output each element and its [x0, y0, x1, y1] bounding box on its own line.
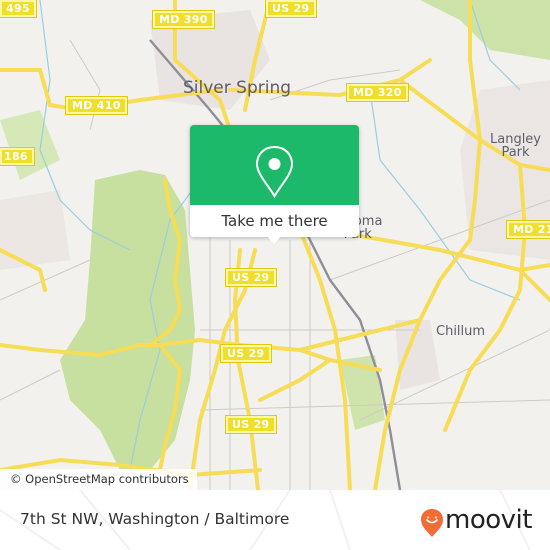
map-view[interactable]: MD 410 495 186 MD 390 US 29 MD 320 MD 21… [0, 0, 550, 490]
destination-popup[interactable]: Take me there [190, 125, 359, 244]
park-area [0, 110, 60, 180]
route-shield-i495: 495 [0, 0, 37, 18]
urban-area [0, 190, 70, 270]
popup-header[interactable] [190, 125, 359, 205]
moovit-pin-icon [421, 509, 443, 537]
place-label-line: Park [501, 145, 530, 160]
route-shield-us29: US 29 [220, 344, 272, 363]
popup-pointer [267, 236, 281, 244]
route-shield-us29: US 29 [225, 268, 277, 287]
place-label-langley-park: Langley Park [490, 133, 541, 159]
route-shield-md320: MD 320 [346, 83, 409, 102]
place-label-silver-spring: Silver Spring [183, 78, 292, 98]
route-shield-md212: MD 212 [506, 220, 550, 239]
place-label-chillum: Chillum [436, 324, 486, 339]
route-shield-us29: US 29 [225, 415, 277, 434]
take-me-there-button[interactable]: Take me there [190, 205, 359, 237]
route-shield-md410: MD 410 [65, 96, 128, 115]
park-area [420, 0, 550, 60]
moovit-wordmark: moovit [445, 505, 532, 535]
destination-address: 7th St NW, Washington / Baltimore [20, 510, 290, 528]
route-shield-md186: 186 [0, 147, 35, 166]
route-shield-md390: MD 390 [152, 10, 215, 29]
map-attribution[interactable]: © OpenStreetMap contributors [0, 469, 197, 490]
moovit-logo[interactable]: moovit [420, 505, 536, 537]
take-me-there-label: Take me there [221, 212, 328, 230]
route-shield-us29-top: US 29 [265, 0, 317, 18]
map-pin-icon [255, 145, 294, 198]
